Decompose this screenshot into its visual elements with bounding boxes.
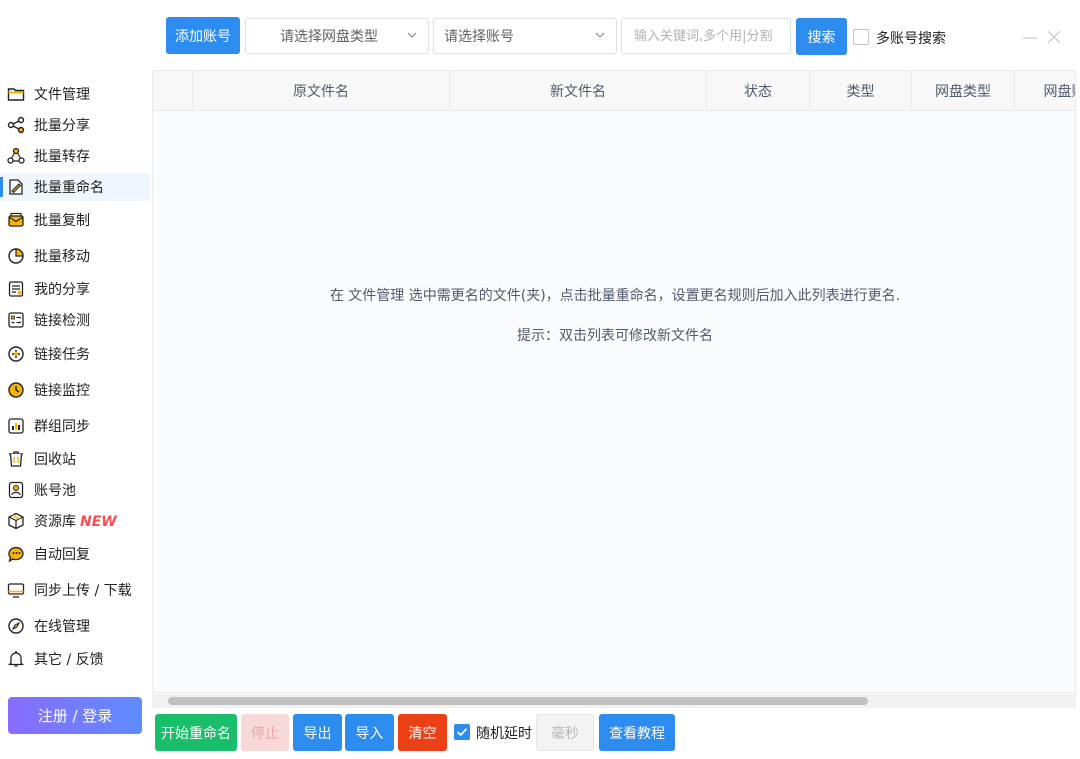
sidebar-item-auto-reply[interactable]: 自动回复 (0, 540, 150, 568)
sidebar-item-link-task[interactable]: 链接任务 (0, 340, 150, 368)
sidebar-item-batch-share[interactable]: 批量分享 (0, 111, 150, 139)
bell-icon (7, 651, 25, 667)
sidebar-item-batch-rename[interactable]: 批量重命名 (0, 173, 150, 201)
sidebar-item-label: 批量分享 (34, 118, 90, 134)
sidebar-item-label: 批量重命名 (34, 180, 104, 196)
sidebar-item-label: 链接监控 (34, 383, 90, 399)
account-select-value: 请选择账号 (444, 29, 514, 45)
move-icon (8, 248, 24, 264)
sidebar-item-label: 我的分享 (34, 282, 90, 298)
table-header-cell[interactable]: 网盘账 (1015, 71, 1076, 111)
table-header-cell[interactable]: 类型 (810, 71, 912, 111)
horizontal-scrollbar[interactable] (152, 694, 1076, 708)
sidebar-item-label: 资源库 NEW (34, 511, 117, 531)
sidebar-item-resource-library[interactable]: 资源库 NEW (0, 507, 150, 535)
close-icon[interactable] (1046, 29, 1062, 45)
sidebar-item-label: 回收站 (34, 452, 76, 468)
sidebar-item-label: 批量转存 (34, 149, 90, 165)
account-pool-icon (8, 481, 24, 499)
import-button[interactable]: 导入 (345, 714, 394, 751)
table-header-cell[interactable]: 原文件名 (193, 71, 450, 111)
sidebar: 文件管理 批量分享 批量转存 批量重命名 批量复制 批量移动 我的分享 链接检测… (0, 70, 152, 759)
folder-icon (7, 88, 25, 101)
stop-button[interactable]: 停止 (241, 714, 289, 751)
sidebar-item-label: 群组同步 (34, 419, 90, 435)
sidebar-item-sync-upload-download[interactable]: 同步上传 / 下载 (0, 576, 150, 604)
empty-tip-text: 提示：双击列表可修改新文件名 (517, 328, 713, 344)
transfer-icon (7, 147, 25, 164)
sidebar-item-label: 在线管理 (34, 619, 90, 635)
link-task-icon (8, 346, 24, 362)
sidebar-item-label: 链接检测 (34, 313, 90, 329)
table-header-cell[interactable]: 新文件名 (450, 71, 707, 111)
minimize-icon[interactable] (1022, 30, 1038, 44)
chevron-down-icon (595, 32, 605, 38)
check-icon (456, 728, 468, 737)
new-badge: NEW (80, 514, 117, 530)
sidebar-item-label: 自动回复 (34, 547, 90, 563)
sidebar-item-label: 批量移动 (34, 249, 90, 265)
table-header-index (153, 71, 193, 111)
my-share-icon (8, 281, 24, 297)
chevron-down-icon (407, 32, 417, 38)
sidebar-item-other-feedback[interactable]: 其它 / 反馈 (0, 645, 150, 673)
trash-icon (9, 451, 23, 467)
sidebar-item-my-share[interactable]: 我的分享 (0, 275, 150, 303)
start-rename-button[interactable]: 开始重命名 (155, 714, 237, 751)
sidebar-item-group-sync[interactable]: 群组同步 (0, 412, 150, 440)
rename-icon (9, 179, 23, 195)
table-header-cell[interactable]: 网盘类型 (912, 71, 1015, 111)
sidebar-item-online-manage[interactable]: 在线管理 (0, 612, 150, 640)
sync-upload-icon (7, 583, 25, 598)
sidebar-item-link-check[interactable]: 链接检测 (0, 306, 150, 334)
random-delay-label: 随机延时 (476, 726, 532, 742)
register-login-button[interactable]: 注册 / 登录 (8, 697, 142, 734)
table-header-cell[interactable]: 状态 (707, 71, 810, 111)
multi-account-search-label: 多账号搜索 (876, 31, 946, 47)
sidebar-item-link-monitor[interactable]: 链接监控 (0, 376, 150, 404)
sidebar-item-label: 同步上传 / 下载 (34, 583, 132, 599)
empty-hint-text: 在 文件管理 选中需更名的文件(夹)，点击批量重命名，设置更名规则后加入此列表进… (329, 288, 901, 304)
sidebar-item-batch-copy[interactable]: 批量复制 (0, 206, 150, 234)
sidebar-item-label: 批量复制 (34, 213, 90, 229)
export-button[interactable]: 导出 (293, 714, 342, 751)
sidebar-item-account-pool[interactable]: 账号池 (0, 476, 150, 504)
sidebar-item-batch-transfer[interactable]: 批量转存 (0, 142, 150, 170)
sidebar-item-label-text: 资源库 (34, 514, 76, 530)
disk-type-select[interactable]: 请选择网盘类型 (245, 18, 429, 54)
group-sync-icon (8, 418, 24, 434)
multi-account-search-checkbox[interactable] (853, 29, 869, 45)
delay-ms-input[interactable]: 毫秒 (536, 714, 594, 751)
disk-type-select-value: 请选择网盘类型 (280, 29, 378, 45)
sidebar-item-file-manage[interactable]: 文件管理 (0, 80, 150, 108)
clear-button[interactable]: 清空 (398, 714, 447, 751)
compass-icon (8, 618, 24, 634)
share-icon (7, 116, 25, 134)
copy-icon (8, 212, 24, 227)
sidebar-item-batch-move[interactable]: 批量移动 (0, 242, 150, 270)
view-tutorial-button[interactable]: 查看教程 (599, 714, 675, 751)
toolbar: 添加账号 请选择网盘类型 请选择账号 搜索 多账号搜索 (0, 0, 1080, 70)
link-check-icon (8, 312, 24, 328)
random-delay-checkbox[interactable] (454, 724, 470, 740)
account-select[interactable]: 请选择账号 (433, 18, 617, 54)
search-button[interactable]: 搜索 (796, 18, 847, 55)
auto-reply-icon (8, 546, 24, 563)
rename-table[interactable]: 原文件名 新文件名 状态 类型 网盘类型 网盘账 在 文件管理 选中需更名的文件… (152, 70, 1076, 693)
scrollbar-thumb[interactable] (168, 697, 868, 705)
resource-box-icon (8, 512, 24, 530)
add-account-button[interactable]: 添加账号 (166, 17, 240, 54)
sidebar-item-label: 链接任务 (34, 347, 90, 363)
sidebar-item-label: 其它 / 反馈 (34, 652, 104, 668)
table-header: 原文件名 新文件名 状态 类型 网盘类型 网盘账 (153, 71, 1076, 111)
sidebar-item-recycle-bin[interactable]: 回收站 (0, 445, 150, 473)
keyword-search-input[interactable] (621, 18, 791, 54)
sidebar-item-label: 文件管理 (34, 87, 90, 103)
link-monitor-icon (8, 382, 24, 398)
sidebar-item-label: 账号池 (34, 483, 76, 499)
